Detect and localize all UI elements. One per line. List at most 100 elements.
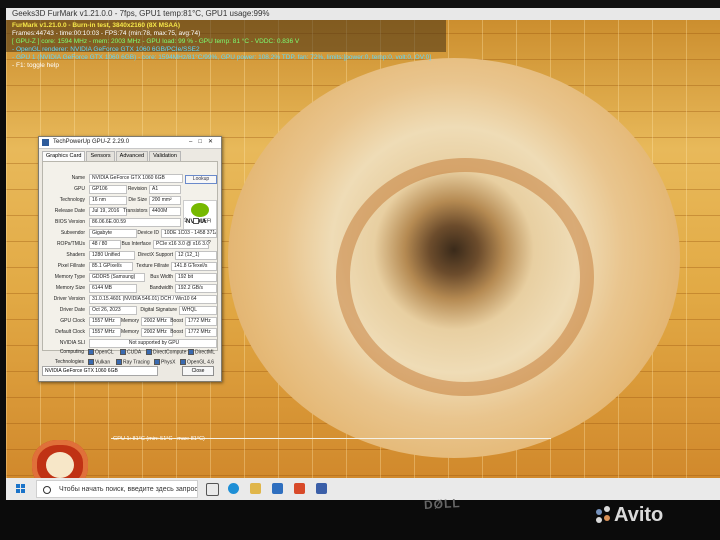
label-texture-fillrate: Texture Fillrate [136, 263, 169, 269]
label-computing: Computing [59, 349, 84, 355]
checkbox-icon [146, 349, 152, 355]
gpuz-title: TechPowerUp GPU-Z 2.29.0 [53, 139, 130, 145]
value-shaders: 1280 Unified [89, 251, 135, 260]
value-revision: A1 [149, 185, 181, 194]
row-driver-version: Driver Version 31.0.15.4601 (NVIDIA 546.… [43, 294, 217, 304]
label-die-size: Die Size [128, 197, 147, 203]
search-placeholder: Чтобы начать поиск, введите здесь запрос [59, 486, 198, 493]
row-technology: Technology 16 nm Die Size 200 mm² [43, 195, 217, 205]
hud-gpu1: - GPU 1 (NVIDIA GeForce GTX 1060 6GB) - … [12, 54, 432, 61]
file-explorer-icon[interactable] [250, 483, 261, 494]
label-release-date: Release Date [54, 208, 85, 214]
checkbox-icon [154, 359, 160, 365]
value-technology: 16 nm [89, 196, 127, 205]
tech-vulkan[interactable]: Vulkan [88, 359, 110, 365]
tech-opengl[interactable]: OpenGL 4.6 [180, 359, 214, 365]
row-subvendor: Subvendor Gigabyte Device ID 10DE 1C03 -… [43, 228, 217, 238]
value-device-id: 10DE 1C03 - 1458 371A [161, 229, 217, 238]
value-memory-type: GDDR5 (Samsung) [89, 273, 145, 282]
label-pixel-fillrate: Pixel Fillrate [57, 263, 85, 269]
label-revision: Revision [127, 186, 147, 192]
row-rops-tmus: ROPs/TMUs 48 / 80 Bus Interface PCIe x16… [43, 239, 217, 249]
row-name: Name NVIDIA GeForce GTX 1060 6GB [43, 173, 217, 183]
computing-directml-label: DirectML [195, 349, 216, 356]
furmark-hud: FurMark v1.21.0.0 - Burn-in test, 3840x2… [6, 20, 720, 100]
row-release-date: Release Date Jul 19, 2016 Transistors 44… [43, 206, 217, 216]
label-name: Name [71, 175, 85, 181]
value-texture-fillrate: 141.8 GTexel/s [171, 262, 217, 271]
label-directx-support: DirectX Support [137, 252, 173, 258]
value-memory-size: 6144 MB [89, 284, 137, 293]
uefi-checkbox[interactable]: UEFI [193, 218, 211, 224]
computing-cuda[interactable]: CUDA [120, 349, 141, 355]
label-default-clock: Default Clock [55, 329, 85, 335]
gpuz-taskbar-icon[interactable] [316, 483, 327, 494]
checkbox-icon [193, 218, 199, 224]
hud-frames: Frames:44743 - time:00:10:03 - FPS:74 (m… [12, 30, 201, 37]
value-die-size: 200 mm² [149, 196, 181, 205]
temperature-graph-label: GPU 1: 81°C (min: 51°C - max: 81°C) [113, 436, 205, 442]
hud-help: - F1: toggle help [12, 62, 59, 69]
label-gpu: GPU [74, 186, 85, 192]
computing-opencl[interactable]: OpenCL [88, 349, 114, 355]
furmark-taskbar-icon[interactable] [294, 483, 305, 494]
tab-graphics-card[interactable]: Graphics Card [42, 151, 86, 161]
avito-logo-icon [596, 506, 626, 523]
value-digital-signature: WHQL [179, 306, 217, 315]
value-bus-width: 192 bit [175, 273, 217, 282]
share-icon[interactable]: ⇪ [183, 217, 188, 224]
row-shaders: Shaders 1280 Unified DirectX Support 12 … [43, 250, 217, 260]
gpuz-footer: NVIDIA GeForce GTX 1060 6GB Close [42, 366, 218, 376]
value-release-date: Jul 19, 2016 [89, 207, 127, 216]
label-shaders: Shaders [66, 252, 85, 258]
tech-ray-tracing-label: Ray Tracing [123, 359, 150, 366]
help-icon[interactable]: ? [208, 240, 211, 246]
row-computing: Computing OpenCL CUDA DirectCompute Dire… [42, 347, 218, 357]
furmark-logo-face [46, 452, 74, 478]
taskbar: Чтобы начать поиск, введите здесь запрос [6, 478, 720, 500]
computing-directcompute[interactable]: DirectCompute [146, 349, 186, 355]
tech-opengl-label: OpenGL 4.6 [187, 359, 215, 366]
value-bus-interface: PCIe x16 3.0 @ x16 3.0 [153, 240, 209, 249]
value-subvendor: Gigabyte [89, 229, 137, 238]
checkbox-icon [120, 349, 126, 355]
label-subvendor: Subvendor [60, 230, 85, 236]
close-button[interactable]: Close [182, 366, 214, 376]
tab-advanced[interactable]: Advanced [115, 151, 149, 161]
desktop-screen: Geeks3D FurMark v1.21.0.0 - 7fps, GPU1 t… [6, 8, 720, 478]
tech-ray-tracing[interactable]: Ray Tracing [116, 359, 150, 365]
edge-icon[interactable] [228, 483, 239, 494]
monitor-brand-logo: DØLL [423, 496, 462, 512]
value-bios-version: 86.06.6E.00.59 [89, 218, 181, 227]
value-pixel-fillrate: 85.1 GPixel/s [89, 262, 133, 271]
value-default-boost: 1772 MHz [185, 328, 217, 337]
checkbox-icon [88, 349, 94, 355]
computing-directml[interactable]: DirectML [188, 349, 215, 355]
gpuz-title-bar[interactable]: TechPowerUp GPU-Z 2.29.0 –□✕ [39, 137, 221, 149]
value-name: NVIDIA GeForce GTX 1060 6GB [89, 174, 183, 183]
row-gpu-clock: GPU Clock 1557 MHz Memory 2002 MHz Boost… [43, 316, 217, 326]
gpu-select-dropdown[interactable]: NVIDIA GeForce GTX 1060 6GB [42, 366, 158, 376]
gpuz-app-icon [42, 139, 49, 146]
tech-physx[interactable]: PhysX [154, 359, 175, 365]
fur-donut-ring [336, 158, 594, 396]
row-memory-size: Memory Size 6144 MB Bandwidth 192.2 GB/s [43, 283, 217, 293]
computing-cuda-label: CUDA [127, 349, 142, 356]
window-controls-icon[interactable]: –□✕ [189, 137, 219, 148]
row-gpu: GPU GP106 Revision A1 [43, 184, 217, 194]
taskbar-search-box[interactable]: Чтобы начать поиск, введите здесь запрос [36, 480, 198, 498]
label-digital-signature: Digital Signature [140, 307, 177, 313]
computing-opencl-label: OpenCL [95, 349, 114, 356]
value-directx-support: 12 (12_1) [175, 251, 217, 260]
tab-validation[interactable]: Validation [149, 151, 181, 161]
tab-sensors[interactable]: Sensors [86, 151, 115, 161]
store-icon[interactable] [272, 483, 283, 494]
label-bus-interface: Bus Interface [121, 241, 151, 247]
label-default-memory: Memory [120, 329, 139, 335]
value-transistors: 4400M [149, 207, 181, 216]
label-driver-date: Driver Date [59, 307, 85, 313]
value-driver-version: 31.0.15.4601 (NVIDIA 546.01) DCH / Win10… [89, 295, 217, 304]
task-view-icon[interactable] [206, 483, 219, 496]
windows-start-icon[interactable] [16, 484, 26, 494]
label-device-id: Device ID [137, 230, 159, 236]
